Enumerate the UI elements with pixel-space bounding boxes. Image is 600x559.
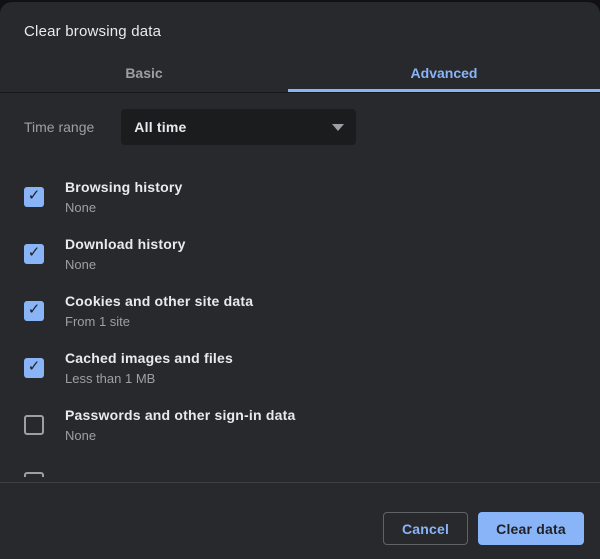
passwords-checkbox[interactable]: ✓ <box>24 415 44 435</box>
autofill-checkbox[interactable]: ✓ <box>24 472 44 478</box>
dialog-footer: Cancel Clear data <box>0 482 600 559</box>
time-range-value: All time <box>134 119 332 135</box>
tab-advanced[interactable]: Advanced <box>288 54 600 92</box>
row-autofill[interactable]: ✓ Auto-fill form data <box>0 453 600 477</box>
checkmark-icon: ✓ <box>28 302 41 317</box>
dialog-title: Clear browsing data <box>24 23 576 40</box>
row-label: Auto-fill form data <box>65 474 189 478</box>
row-sublabel: None <box>65 428 295 443</box>
checkmark-icon: ✓ <box>28 245 41 260</box>
dialog-content: Time range All time ✓ Browsing history N… <box>0 93 600 477</box>
time-range-label: Time range <box>24 119 94 135</box>
row-sublabel: From 1 site <box>65 314 253 329</box>
row-label: Cached images and files <box>65 350 233 366</box>
row-cookies[interactable]: ✓ Cookies and other site data From 1 sit… <box>0 282 600 339</box>
row-sublabel: Less than 1 MB <box>65 371 233 386</box>
row-browsing-history[interactable]: ✓ Browsing history None <box>0 168 600 225</box>
checkmark-icon: ✓ <box>28 188 41 203</box>
tab-bar: Basic Advanced <box>0 54 600 93</box>
row-passwords[interactable]: ✓ Passwords and other sign-in data None <box>0 396 600 453</box>
row-cached-images[interactable]: ✓ Cached images and files Less than 1 MB <box>0 339 600 396</box>
tab-basic-label: Basic <box>125 65 162 81</box>
browsing-history-checkbox[interactable]: ✓ <box>24 187 44 207</box>
tab-advanced-label: Advanced <box>411 65 478 81</box>
cookies-checkbox[interactable]: ✓ <box>24 301 44 321</box>
cached-images-checkbox[interactable]: ✓ <box>24 358 44 378</box>
cancel-button[interactable]: Cancel <box>383 512 468 545</box>
row-label: Passwords and other sign-in data <box>65 407 295 423</box>
row-label: Browsing history <box>65 179 183 195</box>
row-sublabel: None <box>65 200 183 215</box>
data-type-list: ✓ Browsing history None ✓ Download histo… <box>0 168 600 477</box>
row-label: Cookies and other site data <box>65 293 253 309</box>
row-sublabel: None <box>65 257 186 272</box>
time-range-row: Time range All time <box>24 109 576 145</box>
clear-data-button[interactable]: Clear data <box>478 512 584 545</box>
row-download-history[interactable]: ✓ Download history None <box>0 225 600 282</box>
tab-basic[interactable]: Basic <box>0 54 288 92</box>
row-label: Download history <box>65 236 186 252</box>
checkmark-icon: ✓ <box>28 359 41 374</box>
download-history-checkbox[interactable]: ✓ <box>24 244 44 264</box>
time-range-select[interactable]: All time <box>121 109 356 145</box>
clear-browsing-data-dialog: Clear browsing data Basic Advanced Time … <box>0 2 600 559</box>
chevron-down-icon <box>332 124 344 131</box>
